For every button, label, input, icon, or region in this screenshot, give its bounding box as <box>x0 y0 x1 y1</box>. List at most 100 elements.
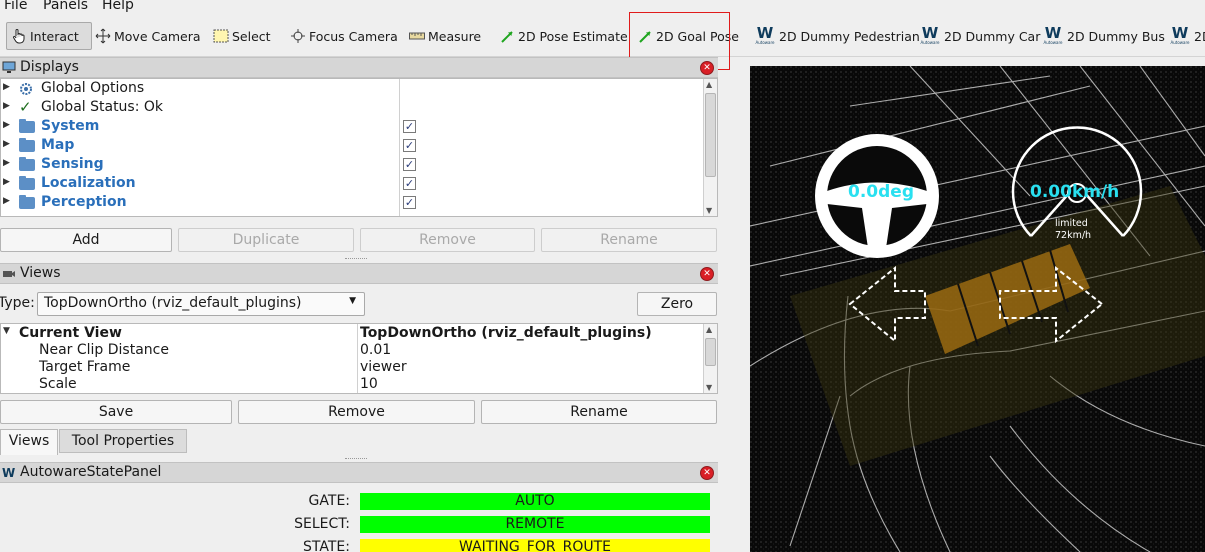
state-status-bar: WAITING_FOR_ROUTE <box>360 539 710 552</box>
selection-box-icon <box>213 29 229 43</box>
view-type-value: TopDownOrtho (rviz_default_plugins) <box>44 295 302 311</box>
folder-icon <box>19 119 35 133</box>
property-row[interactable]: Near Clip Distance 0.01 <box>1 342 717 359</box>
property-row[interactable]: Scale 10 <box>1 376 717 393</box>
enable-checkbox[interactable]: ✓ <box>403 120 416 133</box>
ruler-icon <box>409 32 425 40</box>
enable-checkbox[interactable]: ✓ <box>403 177 416 190</box>
measure-tool-button[interactable]: Measure <box>409 22 481 50</box>
folder-icon <box>19 157 35 171</box>
interact-tool-button[interactable]: Interact <box>6 22 92 50</box>
type-label: Type: <box>0 295 35 311</box>
expand-arrow-icon[interactable]: ▶ <box>3 101 10 111</box>
toolbar: Interact Move Camera Select Focus Camera… <box>0 15 1205 57</box>
collapse-arrow-icon[interactable]: ▼ <box>3 326 10 336</box>
dummy-pedestrian-tool-button[interactable]: W Autoware 2D Dummy Pedestrian <box>755 22 919 50</box>
expand-arrow-icon[interactable]: ▶ <box>3 158 10 168</box>
remove-display-button[interactable]: Remove <box>360 228 535 252</box>
current-view-row[interactable]: ▼ Current View TopDownOrtho (rviz_defaul… <box>1 325 717 342</box>
dummy-bus-label: 2D Dummy Bus <box>1067 28 1165 44</box>
property-row[interactable]: Target Frame viewer <box>1 359 717 376</box>
tree-row-global-options[interactable]: ▶ Global Options <box>1 80 717 99</box>
pose-estimate-tool-button[interactable]: 2D Pose Estimate <box>500 22 628 50</box>
property-name: Scale <box>39 376 77 392</box>
scroll-thumb[interactable] <box>705 338 716 366</box>
property-value[interactable]: 10 <box>360 376 378 392</box>
views-properties-tree: ▼ Current View TopDownOrtho (rviz_defaul… <box>0 323 718 394</box>
enable-checkbox[interactable]: ✓ <box>403 196 416 209</box>
remove-view-button[interactable]: Remove <box>238 400 475 424</box>
speed-limit-text-1: limited <box>1055 218 1088 229</box>
rename-display-button[interactable]: Rename <box>541 228 717 252</box>
green-arrow-icon <box>501 30 513 43</box>
enable-checkbox[interactable]: ✓ <box>403 139 416 152</box>
add-display-button[interactable]: Add <box>0 228 172 252</box>
scroll-down-icon[interactable]: ▼ <box>706 383 712 392</box>
expand-arrow-icon[interactable]: ▶ <box>3 139 10 149</box>
autoware-logo-icon: W Autoware <box>1043 24 1063 46</box>
expand-arrow-icon[interactable]: ▶ <box>3 196 10 206</box>
tab-views[interactable]: Views <box>0 429 58 455</box>
close-icon[interactable]: ✕ <box>700 267 714 281</box>
select-tool-button[interactable]: Select <box>213 22 271 50</box>
close-icon[interactable]: ✕ <box>700 466 714 480</box>
cut-off-tool-button[interactable]: WAutoware 2D <box>1170 22 1205 50</box>
property-name: Near Clip Distance <box>39 342 169 358</box>
map-render <box>750 66 1205 552</box>
speed-text: 0.00km/h <box>1030 182 1120 202</box>
scroll-up-icon[interactable]: ▲ <box>706 80 712 89</box>
tree-label: Localization <box>41 175 136 191</box>
tree-label: Map <box>41 137 75 153</box>
rename-view-button[interactable]: Rename <box>481 400 717 424</box>
views-scrollbar[interactable]: ▲ ▼ <box>703 324 717 393</box>
displays-scrollbar[interactable]: ▲ ▼ <box>703 79 717 216</box>
scroll-thumb[interactable] <box>705 93 716 177</box>
scroll-up-icon[interactable]: ▲ <box>706 325 712 334</box>
property-value[interactable]: 0.01 <box>360 342 391 358</box>
dummy-car-tool-button[interactable]: W Autoware 2D Dummy Car <box>920 22 1040 50</box>
splitter-handle[interactable] <box>345 458 367 461</box>
cut-off-label: 2D <box>1194 28 1205 44</box>
chevron-down-icon: ▼ <box>349 296 356 306</box>
duplicate-display-button[interactable]: Duplicate <box>178 228 354 252</box>
scroll-down-icon[interactable]: ▼ <box>706 206 712 215</box>
autoware-logo-icon: W <box>2 466 16 480</box>
focus-camera-tool-button[interactable]: Focus Camera <box>290 22 398 50</box>
speed-limit-text-2: 72km/h <box>1055 230 1092 241</box>
tree-label: Global Options <box>41 80 145 96</box>
tree-row-sensing[interactable]: ▶ Sensing ✓ <box>1 156 717 175</box>
tab-tool-properties[interactable]: Tool Properties <box>59 429 187 453</box>
dummy-bus-tool-button[interactable]: W Autoware 2D Dummy Bus <box>1043 22 1165 50</box>
view-type-select[interactable]: TopDownOrtho (rviz_default_plugins) ▼ <box>37 292 365 316</box>
displays-title: Displays <box>20 59 79 75</box>
splitter-handle[interactable] <box>345 258 367 261</box>
move-camera-tool-button[interactable]: Move Camera <box>95 22 201 50</box>
tree-row-localization[interactable]: ▶ Localization ✓ <box>1 175 717 194</box>
tree-label: Global Status: Ok <box>41 99 164 115</box>
close-icon[interactable]: ✕ <box>700 61 714 75</box>
menu-panels[interactable]: Panels <box>43 0 88 13</box>
autoware-logo-icon: W Autoware <box>755 24 775 46</box>
select-status-bar: REMOTE <box>360 516 710 533</box>
tree-row-perception[interactable]: ▶ Perception ✓ <box>1 194 717 213</box>
checkmark-icon: ✓ <box>19 98 32 116</box>
tree-label: Sensing <box>41 156 104 172</box>
expand-arrow-icon[interactable]: ▶ <box>3 177 10 187</box>
expand-arrow-icon[interactable]: ▶ <box>3 82 10 92</box>
crosshair-icon <box>291 29 305 43</box>
menu-bar: File Panels Help <box>0 0 1205 15</box>
enable-checkbox[interactable]: ✓ <box>403 158 416 171</box>
tree-row-system[interactable]: ▶ System ✓ <box>1 118 717 137</box>
property-value[interactable]: viewer <box>360 359 407 375</box>
hand-pointer-icon <box>13 29 25 44</box>
state-label: STATE: <box>303 539 350 552</box>
rviz-3d-viewport[interactable]: 0.0deg 0.00km/h limited 72km/h <box>750 66 1205 552</box>
save-view-button[interactable]: Save <box>0 400 232 424</box>
menu-help[interactable]: Help <box>102 0 134 13</box>
zero-button[interactable]: Zero <box>637 292 717 316</box>
menu-file[interactable]: File <box>4 0 27 13</box>
tree-row-map[interactable]: ▶ Map ✓ <box>1 137 717 156</box>
expand-arrow-icon[interactable]: ▶ <box>3 120 10 130</box>
tree-row-global-status[interactable]: ▶ ✓ Global Status: Ok <box>1 98 717 118</box>
monitor-icon <box>2 61 16 73</box>
